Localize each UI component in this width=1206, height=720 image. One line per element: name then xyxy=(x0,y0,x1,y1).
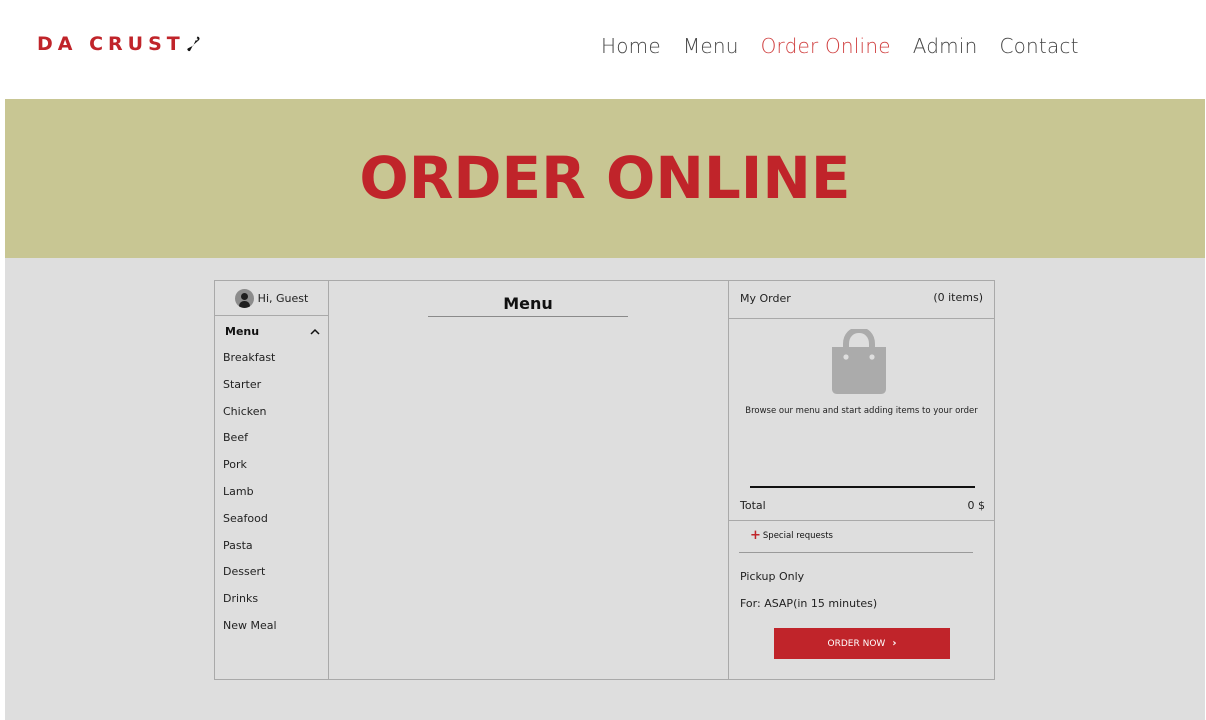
category-drinks[interactable]: Drinks xyxy=(223,592,277,619)
category-pasta[interactable]: Pasta xyxy=(223,539,277,566)
order-summary: My Order (0 items) Browse our menu and s… xyxy=(729,281,994,679)
total-divider xyxy=(729,520,994,521)
greeting-text: Hi, Guest xyxy=(257,291,309,305)
empty-order-message: Browse our menu and start adding items t… xyxy=(745,406,978,416)
total-label: Total xyxy=(740,499,766,512)
chevron-up-icon xyxy=(310,328,320,335)
special-requests-divider xyxy=(739,552,973,553)
menu-collapse-toggle[interactable]: Menu xyxy=(225,325,321,338)
plus-icon: + xyxy=(750,528,761,543)
page: DA CRUST Home Menu Order Online Admin Co… xyxy=(0,0,1206,720)
guest-greeting: Hi, Guest xyxy=(215,281,328,316)
main-nav: Home Menu Order Online Admin Contact xyxy=(601,34,1079,58)
category-breakfast[interactable]: Breakfast xyxy=(223,351,277,378)
site-header: DA CRUST Home Menu Order Online Admin Co… xyxy=(0,0,1206,99)
category-chicken[interactable]: Chicken xyxy=(223,405,277,432)
menu-title: Menu xyxy=(428,294,628,317)
special-requests-label: Special requests xyxy=(762,531,833,541)
order-divider xyxy=(750,486,975,488)
total-value: 0 $ xyxy=(967,499,986,512)
nav-home[interactable]: Home xyxy=(601,34,661,58)
special-requests-toggle[interactable]: + Special requests xyxy=(750,528,833,543)
hero-title: ORDER ONLINE xyxy=(359,144,851,212)
menu-items-column: Menu xyxy=(329,281,729,679)
category-starter[interactable]: Starter xyxy=(223,378,277,405)
category-sidebar: Hi, Guest Menu Breakfast Starter Chicken… xyxy=(215,281,329,679)
category-lamb[interactable]: Lamb xyxy=(223,485,277,512)
pickup-time: For: ASAP(in 15 minutes) xyxy=(740,597,878,610)
chevron-right-icon: › xyxy=(892,638,897,649)
ordering-panel: Hi, Guest Menu Breakfast Starter Chicken… xyxy=(214,280,995,680)
category-list: Breakfast Starter Chicken Beef Pork Lamb… xyxy=(223,351,277,646)
nav-contact[interactable]: Contact xyxy=(999,34,1078,58)
order-header: My Order (0 items) xyxy=(729,281,994,319)
category-dessert[interactable]: Dessert xyxy=(223,565,277,592)
shopping-bag-icon xyxy=(832,329,886,394)
hero-banner: ORDER ONLINE xyxy=(5,99,1205,258)
nav-admin[interactable]: Admin xyxy=(913,34,978,58)
nav-order-online[interactable]: Order Online xyxy=(761,34,891,58)
site-logo[interactable]: DA CRUST xyxy=(37,33,201,55)
pizza-slice-icon xyxy=(187,36,200,52)
order-title: My Order xyxy=(740,292,791,305)
nav-menu[interactable]: Menu xyxy=(683,34,739,58)
menu-section-label: Menu xyxy=(225,325,260,338)
category-new-meal[interactable]: New Meal xyxy=(223,619,277,646)
logo-text: DA CRUST xyxy=(37,33,185,55)
order-now-button[interactable]: ORDER NOW › xyxy=(774,628,950,659)
user-avatar-icon xyxy=(234,288,254,308)
order-item-count: (0 items) xyxy=(933,291,983,304)
category-pork[interactable]: Pork xyxy=(223,458,277,485)
order-now-label: ORDER NOW xyxy=(827,638,886,649)
category-seafood[interactable]: Seafood xyxy=(223,512,277,539)
pickup-label: Pickup Only xyxy=(740,570,805,583)
total-row: Total 0 $ xyxy=(740,499,985,512)
category-beef[interactable]: Beef xyxy=(223,431,277,458)
